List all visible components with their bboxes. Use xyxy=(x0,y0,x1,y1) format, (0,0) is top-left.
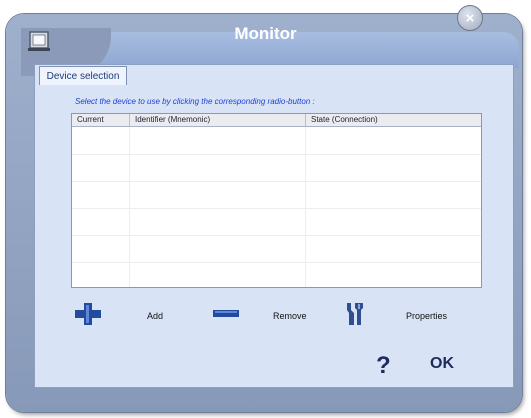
column-identifier: Identifier (Mnemonic) xyxy=(130,114,306,126)
remove-label[interactable]: Remove xyxy=(273,311,307,321)
table-header: Current Identifier (Mnemonic) State (Con… xyxy=(72,114,481,127)
column-state: State (Connection) xyxy=(311,115,378,124)
add-label[interactable]: Add xyxy=(147,311,163,321)
device-table: Current Identifier (Mnemonic) State (Con… xyxy=(71,113,482,288)
instruction-text: Select the device to use by clicking the… xyxy=(75,97,315,106)
monitor-computer-icon xyxy=(26,30,54,54)
grid-row-divider xyxy=(72,208,481,209)
properties-label[interactable]: Properties xyxy=(406,311,447,321)
help-button[interactable]: ? xyxy=(376,352,391,380)
close-button[interactable]: × xyxy=(457,5,483,31)
grid-row-divider xyxy=(72,262,481,263)
minus-icon xyxy=(213,310,239,317)
window-title: Monitor xyxy=(234,24,297,43)
grid-row-divider xyxy=(72,154,481,155)
grid-row-divider xyxy=(72,181,481,182)
column-current: Current xyxy=(72,114,130,126)
grid-column-divider xyxy=(305,127,306,287)
grid-column-divider xyxy=(129,127,130,287)
properties-button[interactable] xyxy=(343,300,367,328)
table-body xyxy=(72,127,481,287)
grid-row-divider xyxy=(72,235,481,236)
remove-button[interactable] xyxy=(212,306,240,322)
add-button[interactable] xyxy=(74,302,102,326)
ok-button[interactable]: OK xyxy=(430,355,454,373)
plus-icon xyxy=(75,303,101,325)
close-icon: × xyxy=(465,9,475,27)
tab-device-selection[interactable]: Device selection xyxy=(39,66,127,85)
tools-icon xyxy=(347,303,363,325)
